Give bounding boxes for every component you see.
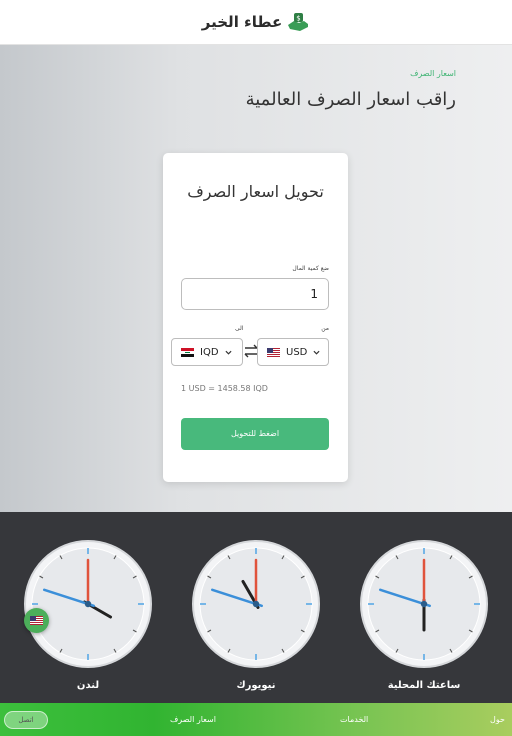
iraq-flag-icon bbox=[181, 347, 194, 357]
from-currency-label: من bbox=[321, 325, 329, 332]
clock-local bbox=[360, 540, 488, 668]
clock-face-icon bbox=[192, 540, 320, 668]
convert-button[interactable]: اضغط للتحويل bbox=[181, 418, 329, 450]
to-currency-label: الى bbox=[235, 325, 244, 332]
clock-center-pin bbox=[252, 600, 260, 608]
bottom-nav: اتصل اسعار الصرف الخدمات حول bbox=[0, 703, 512, 736]
nav-exchange-link[interactable]: اسعار الصرف bbox=[170, 715, 216, 724]
clock-london bbox=[24, 540, 152, 668]
converter-card: تحويل اسعار الصرف ضع كمية المال الى من I… bbox=[163, 153, 348, 482]
chevron-down-icon bbox=[225, 350, 232, 355]
chevron-down-icon bbox=[313, 350, 320, 355]
page-title: راقب اسعار الصرف العالمية bbox=[245, 89, 456, 110]
clock-new-york bbox=[192, 540, 320, 668]
clock-label-local: ساعتك المحلية bbox=[387, 680, 461, 691]
from-currency-value: USD bbox=[286, 346, 308, 358]
brand-name: عطاء الخير bbox=[201, 13, 283, 31]
language-flag-button[interactable] bbox=[24, 608, 49, 633]
amount-label: ضع كمية المال bbox=[292, 265, 329, 272]
nav-about-link[interactable]: حول bbox=[490, 715, 505, 724]
hands-money-icon: $ bbox=[288, 13, 309, 31]
usa-flag-icon bbox=[267, 347, 280, 357]
world-clocks-section: لندن نيويورك ساعتك المحلية bbox=[0, 512, 512, 703]
brand-logo[interactable]: $ عطاء الخير bbox=[0, 11, 512, 33]
clock-label-london: لندن bbox=[76, 680, 100, 691]
clock-center-pin bbox=[84, 600, 92, 608]
clock-face-icon bbox=[24, 540, 152, 668]
top-header: $ عطاء الخير bbox=[0, 0, 512, 45]
clock-label-new-york: نيويورك bbox=[236, 680, 276, 691]
clock-face-icon bbox=[360, 540, 488, 668]
usa-flag-icon bbox=[30, 616, 43, 625]
breadcrumb[interactable]: اسعار الصرف bbox=[410, 69, 456, 78]
clock-center-pin bbox=[420, 600, 428, 608]
amount-input[interactable] bbox=[181, 278, 329, 310]
exchange-rate-text: 1 USD = 1458.58 IQD bbox=[181, 384, 268, 393]
converter-title: تحويل اسعار الصرف bbox=[187, 182, 324, 201]
from-currency-select[interactable]: USD bbox=[257, 338, 329, 366]
to-currency-select[interactable]: IQD bbox=[171, 338, 243, 366]
nav-services-link[interactable]: الخدمات bbox=[340, 715, 368, 724]
to-currency-value: IQD bbox=[200, 346, 219, 358]
svg-text:$: $ bbox=[296, 15, 300, 23]
nav-contact-button[interactable]: اتصل bbox=[4, 711, 48, 729]
